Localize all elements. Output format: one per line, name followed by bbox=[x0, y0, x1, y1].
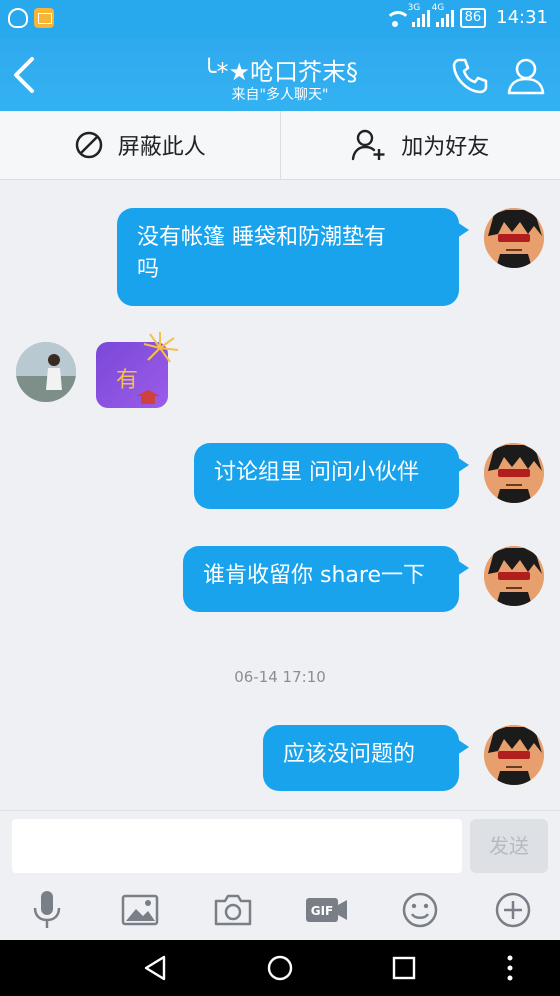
svg-text:GIF: GIF bbox=[311, 904, 334, 918]
nav-back-button[interactable] bbox=[140, 952, 172, 984]
add-person-icon bbox=[352, 129, 385, 161]
wifi-icon bbox=[384, 9, 411, 27]
emoji-icon bbox=[402, 892, 438, 928]
message-input-bar: 发送 bbox=[0, 810, 560, 880]
image-button[interactable] bbox=[117, 888, 163, 932]
my-avatar[interactable] bbox=[484, 208, 544, 268]
chat-header: ╰*★呛口芥末§ 来自"多人聊天" bbox=[0, 38, 560, 111]
network-type-label: 3G bbox=[407, 2, 421, 13]
emoji-button[interactable] bbox=[397, 888, 443, 932]
block-user-label: 屏蔽此人 bbox=[117, 135, 206, 160]
block-icon bbox=[75, 131, 102, 159]
message-text: 讨论组里 问问小伙伴 bbox=[214, 460, 419, 485]
chevron-left-icon bbox=[14, 57, 34, 93]
add-friend-button[interactable]: 加为好友 bbox=[281, 111, 560, 179]
back-triangle-icon bbox=[144, 955, 166, 981]
firework-icon bbox=[143, 332, 179, 363]
network-type-label-2: 4G bbox=[431, 2, 445, 13]
sticker-text: 有 bbox=[116, 368, 139, 393]
signal-icon-2: 4G bbox=[432, 3, 454, 27]
message-bubble-outgoing[interactable]: 谁肯收留你 share一下 bbox=[183, 546, 469, 612]
camera-button[interactable] bbox=[210, 888, 256, 932]
cartoon-avatar-icon bbox=[484, 443, 544, 503]
signal-icon: 3G bbox=[408, 3, 430, 27]
gif-icon: GIF bbox=[306, 898, 347, 922]
recents-square-icon bbox=[392, 956, 416, 980]
chat-title: ╰*★呛口芥末§ bbox=[202, 58, 358, 86]
phone-icon bbox=[452, 58, 488, 94]
more-button[interactable] bbox=[490, 888, 536, 932]
photo-avatar-icon bbox=[16, 342, 76, 402]
cartoon-avatar-icon bbox=[484, 725, 544, 785]
contact-avatar[interactable] bbox=[16, 342, 76, 402]
clock: 14:31 bbox=[496, 7, 548, 28]
qq-notification-icon bbox=[8, 8, 28, 28]
input-toolbar: GIF bbox=[0, 880, 560, 940]
my-avatar[interactable] bbox=[484, 725, 544, 785]
my-avatar[interactable] bbox=[484, 443, 544, 503]
gif-button[interactable]: GIF bbox=[303, 888, 349, 932]
more-vertical-icon bbox=[507, 955, 513, 981]
microphone-icon bbox=[33, 891, 61, 928]
message-bubble-outgoing[interactable]: 没有帐篷 睡袋和防潮垫有 吗 bbox=[117, 208, 469, 306]
notification-icons bbox=[8, 8, 54, 28]
message-text: 谁肯收留你 share一下 bbox=[203, 563, 425, 588]
battery-indicator: 86 bbox=[459, 7, 487, 28]
contact-action-bar: 屏蔽此人 加为好友 bbox=[0, 111, 560, 180]
mail-notification-icon bbox=[34, 8, 54, 28]
home-circle-icon bbox=[267, 955, 293, 981]
message-input[interactable] bbox=[12, 819, 462, 873]
message-bubble-outgoing[interactable]: 讨论组里 问问小伙伴 bbox=[194, 443, 469, 509]
block-user-button[interactable]: 屏蔽此人 bbox=[0, 111, 281, 179]
camera-icon bbox=[214, 894, 252, 926]
nav-menu-button[interactable] bbox=[498, 952, 522, 984]
chat-subtitle: 来自"多人聊天" bbox=[231, 87, 329, 103]
call-button[interactable] bbox=[450, 56, 490, 96]
plus-icon bbox=[495, 892, 531, 928]
message-text: 应该没问题的 bbox=[283, 742, 416, 767]
person-icon bbox=[507, 58, 545, 95]
cartoon-avatar-icon bbox=[484, 208, 544, 268]
back-button[interactable] bbox=[10, 56, 40, 94]
profile-button[interactable] bbox=[506, 56, 546, 96]
my-avatar[interactable] bbox=[484, 546, 544, 606]
system-navigation-bar bbox=[0, 940, 560, 996]
voice-button[interactable] bbox=[24, 888, 70, 932]
image-icon bbox=[121, 894, 159, 926]
pagoda-icon bbox=[136, 390, 160, 404]
system-indicators: 3G 4G 86 14:31 bbox=[384, 3, 548, 28]
nav-recents-button[interactable] bbox=[388, 952, 420, 984]
message-text: 吗 bbox=[137, 257, 160, 282]
message-text: 没有帐篷 睡袋和防潮垫有 bbox=[137, 225, 386, 250]
add-friend-label: 加为好友 bbox=[401, 135, 490, 160]
chat-message-list[interactable]: 没有帐篷 睡袋和防潮垫有 吗 有 讨论组里 问问小伙伴 谁肯收留你 share一… bbox=[0, 180, 560, 810]
sticker-message-incoming[interactable]: 有 bbox=[96, 332, 179, 408]
message-bubble-outgoing[interactable]: 应该没问题的 bbox=[263, 725, 469, 791]
status-bar: 3G 4G 86 14:31 bbox=[0, 0, 560, 38]
message-timestamp: 06-14 17:10 bbox=[234, 668, 326, 686]
nav-home-button[interactable] bbox=[264, 952, 296, 984]
send-button[interactable]: 发送 bbox=[470, 819, 548, 873]
cartoon-avatar-icon bbox=[484, 546, 544, 606]
